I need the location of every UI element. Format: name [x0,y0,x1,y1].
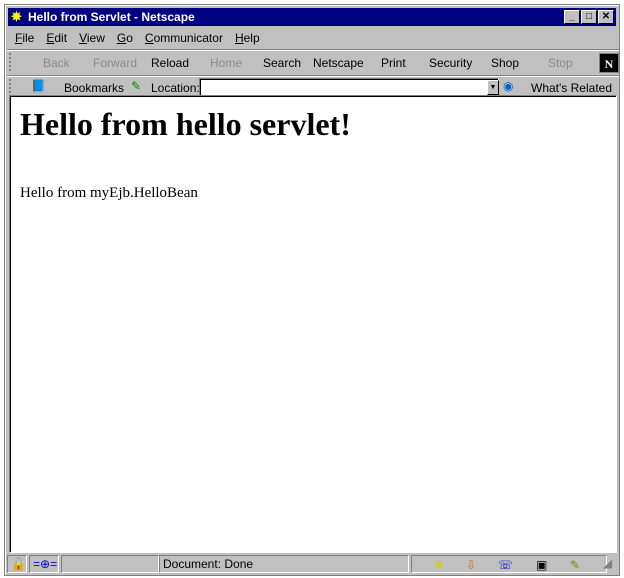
menu-edit[interactable]: Edit [46,31,67,45]
resize-grip-icon[interactable]: ◢ [603,556,612,570]
location-label: Location: [151,81,200,95]
menu-help[interactable]: Help [235,31,260,45]
navigation-toolbar: Back Forward Reload Home Search Netscape… [7,49,619,75]
mail-icon[interactable]: ⇩ [466,557,476,573]
status-bar: 🔓 =⊕= Document: Done ✵ ⇩ ☏ ▣ ✎ ◢ [7,555,619,573]
search-button[interactable]: Search [263,56,301,70]
chevron-down-icon[interactable]: ▼ [487,80,499,95]
maximize-button[interactable]: □ [581,10,597,24]
navigator-icon[interactable]: ✵ [434,557,444,573]
connection-icon: =⊕= [29,555,59,573]
security-button[interactable]: Security [429,56,472,70]
toolbar-grip[interactable] [9,53,15,71]
netscape-button[interactable]: Netscape [313,56,364,70]
page-text: Hello from myEjb.HelloBean [20,185,198,201]
browser-window: ✵ Hello from Servlet - Netscape _ □ ✕ Fi… [4,4,620,576]
home-button[interactable]: Home [210,56,242,70]
menu-communicator[interactable]: Communicator [145,31,223,45]
window-title: Hello from Servlet - Netscape [28,10,195,24]
security-lock-icon[interactable]: 🔓 [7,555,27,573]
netscape-logo[interactable]: N [599,53,619,73]
whats-related-icon[interactable]: ◉ [503,79,513,93]
location-icon[interactable]: ✎ [131,79,141,93]
menu-go[interactable]: Go [117,31,133,45]
page-content: Hello from hello servlet! Hello from myE… [9,95,617,553]
title-bar: ✵ Hello from Servlet - Netscape _ □ ✕ [8,8,616,26]
minimize-button[interactable]: _ [564,10,580,24]
close-button[interactable]: ✕ [598,10,614,24]
status-text: Document: Done [159,555,409,573]
newsgroups-icon[interactable]: ☏ [498,557,513,573]
address-book-icon[interactable]: ▣ [536,557,547,573]
netscape-icon: ✵ [11,9,22,24]
component-bar: ✵ ⇩ ☏ ▣ ✎ [411,555,607,573]
composer-icon[interactable]: ✎ [570,557,580,573]
reload-button[interactable]: Reload [151,56,189,70]
back-button[interactable]: Back [43,56,70,70]
menu-file[interactable]: File [15,31,34,45]
shop-button[interactable]: Shop [491,56,519,70]
menu-view[interactable]: View [79,31,105,45]
bookmarks-button[interactable]: Bookmarks [64,81,124,95]
menu-bar: File Edit View Go Communicator Help [9,28,266,48]
print-button[interactable]: Print [381,56,406,70]
progress-bar [61,555,159,573]
forward-button[interactable]: Forward [93,56,137,70]
stop-button[interactable]: Stop [548,56,573,70]
page-heading: Hello from hello servlet! [20,106,351,142]
bookmarks-icon[interactable]: 📘 [31,79,46,93]
whats-related-button[interactable]: What's Related [531,81,612,95]
